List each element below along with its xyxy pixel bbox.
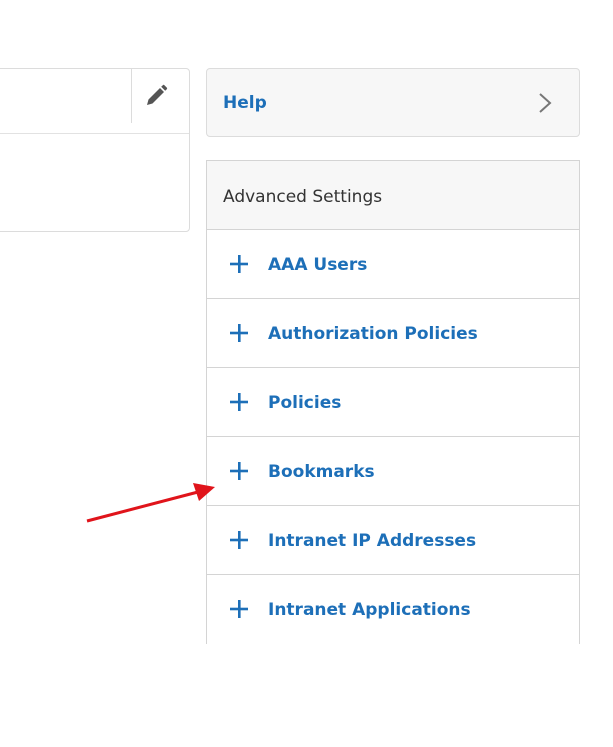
plus-icon xyxy=(230,255,248,273)
plus-icon xyxy=(230,462,248,480)
details-panel xyxy=(0,68,190,232)
plus-icon xyxy=(230,600,248,618)
advanced-settings-title: Advanced Settings xyxy=(223,187,383,207)
help-panel[interactable]: Help xyxy=(206,68,580,137)
pencil-icon xyxy=(147,84,168,105)
add-policies-item[interactable]: Policies xyxy=(207,368,579,437)
header-divider xyxy=(131,69,132,123)
add-authorization-policies-item[interactable]: Authorization Policies xyxy=(207,299,579,368)
add-bookmarks-item[interactable]: Bookmarks xyxy=(207,437,579,506)
intranet-applications-label: Intranet Applications xyxy=(268,600,471,620)
advanced-settings-panel: Advanced Settings AAA Users Authorizatio… xyxy=(206,160,580,644)
plus-icon xyxy=(230,393,248,411)
intranet-ip-addresses-label: Intranet IP Addresses xyxy=(268,531,477,551)
edit-button[interactable] xyxy=(143,83,169,109)
details-panel-header xyxy=(0,69,189,134)
authorization-policies-label: Authorization Policies xyxy=(268,324,478,344)
policies-label: Policies xyxy=(268,393,342,413)
add-intranet-ip-addresses-item[interactable]: Intranet IP Addresses xyxy=(207,506,579,575)
help-label: Help xyxy=(223,93,267,113)
advanced-settings-header: Advanced Settings xyxy=(207,161,579,230)
add-aaa-users-item[interactable]: AAA Users xyxy=(207,230,579,299)
plus-icon xyxy=(230,324,248,342)
bookmarks-label: Bookmarks xyxy=(268,462,375,482)
aaa-users-label: AAA Users xyxy=(268,255,368,275)
chevron-right-icon xyxy=(539,93,552,113)
plus-icon xyxy=(230,531,248,549)
add-intranet-applications-item[interactable]: Intranet Applications xyxy=(207,575,579,644)
red-arrow-icon xyxy=(86,483,215,523)
